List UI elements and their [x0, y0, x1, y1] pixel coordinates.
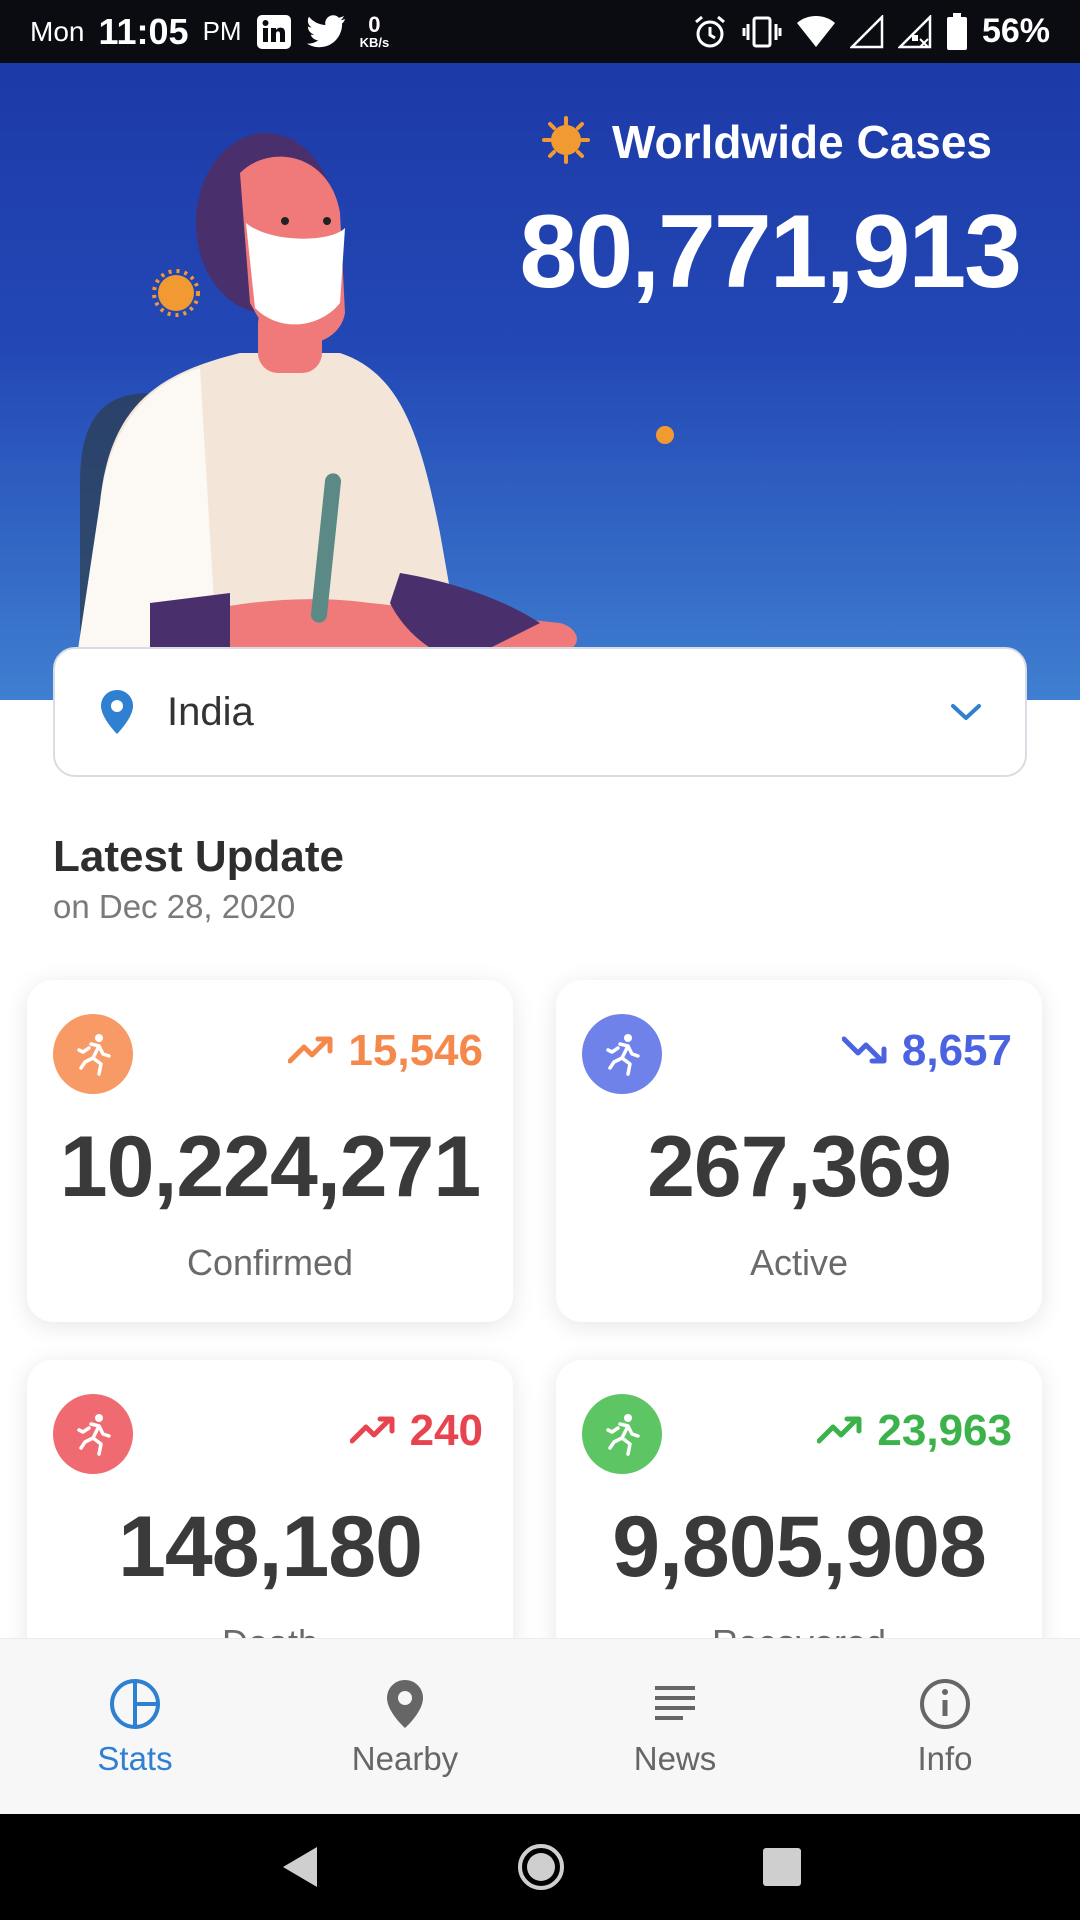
- selected-country: India: [167, 689, 254, 734]
- latest-update-header: Latest Update on Dec 28, 2020: [53, 832, 344, 926]
- latest-update-date: on Dec 28, 2020: [53, 888, 296, 925]
- status-ampm: PM: [202, 16, 242, 46]
- linkedin-icon: [256, 14, 292, 50]
- signal-icon: [849, 14, 884, 49]
- card-delta: 240: [349, 1406, 483, 1456]
- network-speed: 0 KB/s: [359, 12, 390, 50]
- card-delta-value: 15,546: [348, 1026, 483, 1075]
- nav-stats[interactable]: Stats: [0, 1639, 270, 1814]
- status-bar: Mon 11:05 PM 0 KB/s 56%: [0, 0, 1080, 63]
- status-day: Mon: [30, 15, 85, 47]
- nav-news[interactable]: News: [540, 1639, 810, 1814]
- hero-title: Worldwide Cases: [611, 116, 992, 168]
- info-circle-icon: [920, 1678, 970, 1729]
- nav-info-label: Info: [917, 1739, 973, 1777]
- card-delta-value: 8,657: [901, 1026, 1012, 1075]
- card-value: 267,369: [647, 1119, 952, 1215]
- bottom-navigation: Stats Nearby News Info: [0, 1638, 1080, 1814]
- running-person-icon: [53, 1014, 133, 1094]
- virus-icon: [541, 115, 590, 169]
- nav-nearby-label: Nearby: [351, 1739, 459, 1777]
- card-delta-value: 23,963: [877, 1406, 1012, 1455]
- card-label: Confirmed: [186, 1242, 354, 1283]
- home-icon[interactable]: [516, 1842, 566, 1892]
- stat-card-active[interactable]: 8,657 267,369 Active: [556, 980, 1042, 1322]
- card-value: 9,805,908: [612, 1499, 987, 1595]
- trend-up-icon: [349, 1406, 396, 1456]
- signal-no-sim-icon: [897, 14, 932, 49]
- twitter-icon: [306, 14, 346, 49]
- stat-card-confirmed[interactable]: 15,546 10,224,271 Confirmed: [27, 980, 513, 1322]
- news-lines-icon: [655, 1685, 695, 1720]
- network-speed-value: 0: [368, 12, 381, 37]
- vibrate-icon: [742, 14, 782, 50]
- trend-up-icon: [287, 1026, 334, 1076]
- trend-down-icon: [841, 1026, 888, 1076]
- nav-info[interactable]: Info: [810, 1639, 1080, 1814]
- system-navigation-bar: [0, 1814, 1080, 1920]
- running-person-icon: [582, 1394, 662, 1474]
- alarm-icon: [692, 14, 728, 50]
- trend-up-icon: [816, 1406, 863, 1456]
- recents-icon[interactable]: [761, 1846, 803, 1888]
- card-delta: 15,546: [287, 1026, 483, 1076]
- nav-stats-label: Stats: [97, 1739, 173, 1777]
- network-speed-unit: KB/s: [359, 35, 390, 50]
- battery-percent: 56%: [981, 12, 1050, 50]
- chevron-down-icon: [951, 704, 981, 720]
- card-delta: 8,657: [841, 1026, 1012, 1076]
- location-pin-icon: [387, 1679, 423, 1728]
- card-delta-value: 240: [409, 1406, 483, 1455]
- latest-update-title: Latest Update: [53, 832, 344, 881]
- card-value: 10,224,271: [59, 1119, 481, 1215]
- nav-nearby[interactable]: Nearby: [270, 1639, 540, 1814]
- back-icon[interactable]: [277, 1843, 321, 1891]
- nav-news-label: News: [633, 1739, 717, 1777]
- wifi-icon: [796, 15, 836, 49]
- card-delta: 23,963: [816, 1406, 1012, 1456]
- virus-icon: [656, 426, 674, 444]
- worldwide-cases-count: 80,771,913: [519, 194, 1022, 310]
- running-person-icon: [53, 1394, 133, 1474]
- status-time: 11:05: [98, 10, 189, 52]
- country-dropdown[interactable]: India: [53, 647, 1027, 777]
- running-person-icon: [582, 1014, 662, 1094]
- hero-banner: Worldwide Cases 80,771,913: [0, 63, 1080, 700]
- battery-icon: [946, 12, 968, 51]
- card-value: 148,180: [118, 1499, 423, 1595]
- location-pin-icon: [101, 690, 133, 734]
- pie-chart-icon: [110, 1678, 160, 1729]
- card-label: Active: [749, 1242, 849, 1283]
- virus-icon: [152, 269, 200, 317]
